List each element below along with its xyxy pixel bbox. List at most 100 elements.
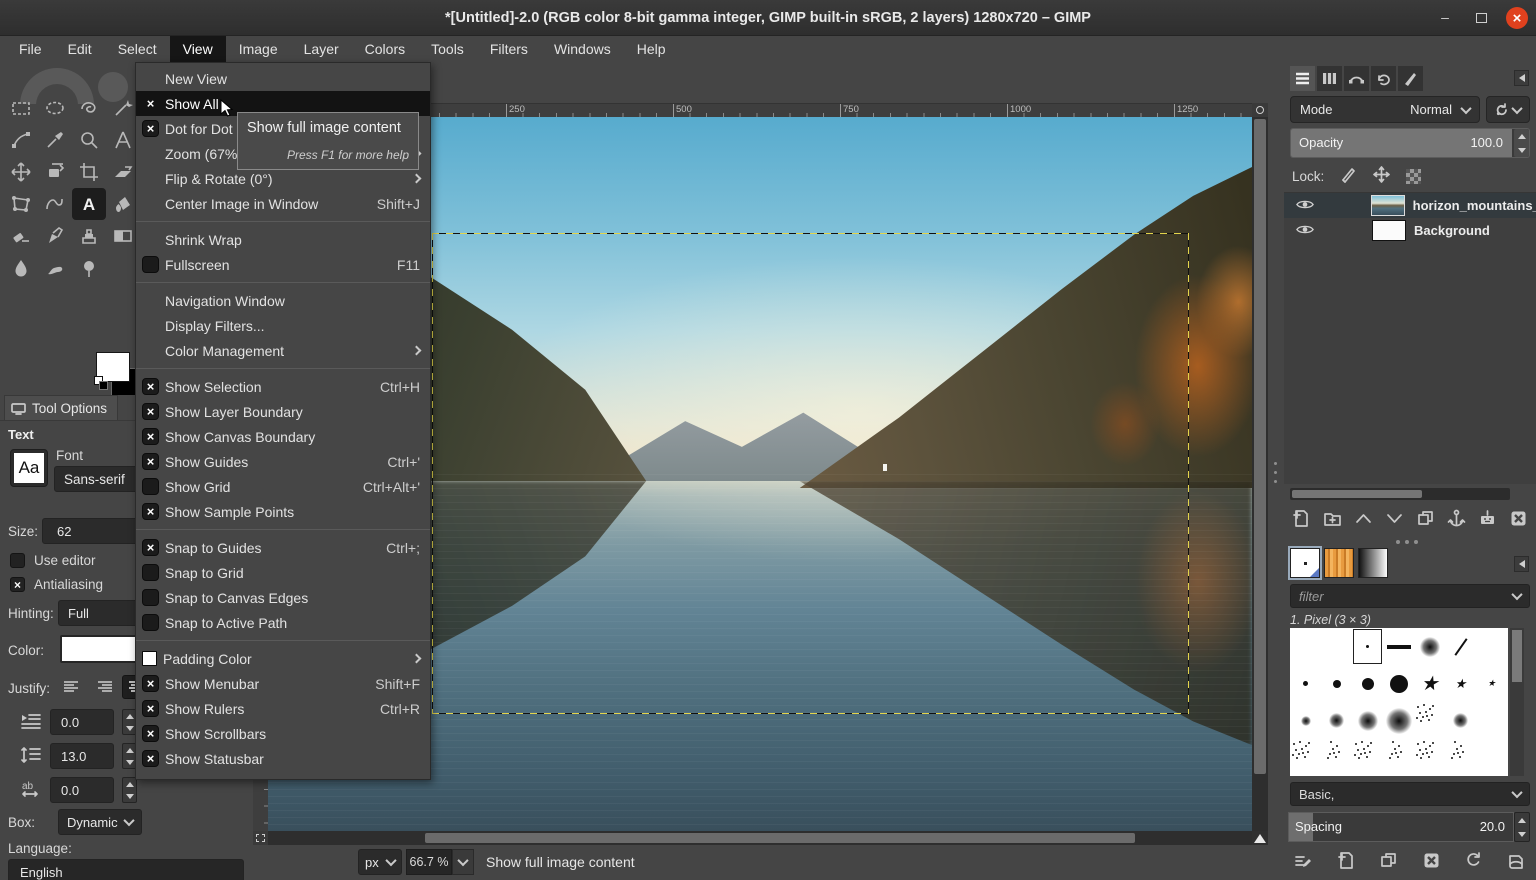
brush-spray-b[interactable] (1445, 739, 1476, 776)
eraser-tool[interactable] (4, 220, 38, 252)
brush-dock-menu-button[interactable] (1514, 556, 1529, 572)
brush-spray-b[interactable] (1321, 739, 1352, 776)
menu-item-color-management[interactable]: Color Management (136, 338, 430, 363)
brush-group-select[interactable]: Basic, (1290, 782, 1530, 806)
move-tool[interactable] (4, 156, 38, 188)
anchor-layer-button[interactable] (1447, 509, 1466, 531)
brushes-pixel-tab[interactable] (1290, 548, 1320, 578)
menu-filters[interactable]: Filters (477, 36, 541, 62)
new-layer-button[interactable] (1292, 509, 1311, 531)
brush-spray-a[interactable] (1414, 739, 1445, 776)
indent-input[interactable]: 0.0 (50, 709, 114, 735)
patterns-tab[interactable] (1324, 548, 1354, 578)
brush-soft-xl[interactable] (1383, 702, 1414, 739)
transform-tool[interactable] (38, 156, 72, 188)
brush-soft-s[interactable] (1290, 702, 1321, 739)
justify-left-button[interactable] (58, 675, 86, 699)
titlebar[interactable]: *[Untitled]-2.0 (RGB color 8-bit gamma i… (0, 0, 1536, 36)
dock-menu-button[interactable] (1514, 70, 1529, 86)
free-select-tool[interactable] (72, 92, 106, 124)
lower-layer-button[interactable] (1385, 509, 1404, 531)
menu-item-shrink-wrap[interactable]: Shrink Wrap (136, 227, 430, 252)
smudge-tool[interactable] (38, 252, 72, 284)
brush-soft-m[interactable] (1321, 702, 1352, 739)
brush-spray-a[interactable] (1414, 702, 1445, 739)
open-brush-as-image-button[interactable] (1507, 851, 1526, 873)
brush-pixel-selected[interactable] (1352, 628, 1383, 665)
new-layer-group-button[interactable] (1323, 509, 1342, 531)
brush-spray-a[interactable] (1290, 739, 1321, 776)
menu-item-snap-to-active-path[interactable]: Snap to Active Path (136, 610, 430, 635)
close-button[interactable]: × (1506, 7, 1528, 29)
brush-soft-l[interactable] (1352, 702, 1383, 739)
alpha-lock-icon[interactable] (1406, 169, 1421, 184)
raise-layer-button[interactable] (1354, 509, 1373, 531)
menu-item-show-rulers[interactable]: ×Show RulersCtrl+R (136, 696, 430, 721)
zoom-when-resized-button[interactable] (1252, 103, 1268, 117)
brush-slash[interactable] (1445, 628, 1476, 665)
rectangle-select-tool[interactable] (4, 92, 38, 124)
hinting-select[interactable]: Full (58, 600, 138, 626)
dock-resize-grip[interactable] (1268, 62, 1284, 880)
menu-help[interactable]: Help (624, 36, 679, 62)
visibility-toggle[interactable] (1296, 223, 1316, 238)
dodge-burn-tool[interactable] (72, 252, 106, 284)
unit-select[interactable]: px (358, 849, 402, 875)
blur-tool[interactable] (4, 252, 38, 284)
brush-blank[interactable] (1476, 702, 1507, 739)
letter-spacing-spinner[interactable] (122, 777, 137, 803)
default-colors-icon[interactable] (94, 376, 108, 390)
text-color-swatch[interactable] (60, 635, 140, 663)
brush-dot-xl[interactable] (1383, 665, 1414, 702)
layers-scrollbar[interactable] (1290, 488, 1510, 500)
brush-dot-s[interactable] (1290, 665, 1321, 702)
minimize-button[interactable]: – (1434, 7, 1456, 29)
menu-item-navigation-window[interactable]: Navigation Window (136, 288, 430, 313)
menu-image[interactable]: Image (226, 36, 291, 62)
menu-item-show-sample-points[interactable]: ×Show Sample Points (136, 499, 430, 524)
layer-thumbnail[interactable] (1372, 220, 1406, 241)
justify-right-button[interactable] (90, 675, 118, 699)
brush-spray-a[interactable] (1352, 739, 1383, 776)
use-editor-checkbox[interactable]: Use editor (10, 553, 96, 568)
brush-soft-l[interactable] (1414, 628, 1445, 665)
menu-item-new-view[interactable]: New View (136, 66, 430, 91)
color-picker-tool[interactable] (38, 124, 72, 156)
menu-view[interactable]: View (170, 36, 226, 62)
channels-tab[interactable] (1317, 66, 1342, 91)
menu-item-show-scrollbars[interactable]: ×Show Scrollbars (136, 721, 430, 746)
brush-lock-icon[interactable] (1340, 166, 1357, 186)
layer-row-horizon-mountains-r[interactable]: horizon_mountains_r (1284, 193, 1536, 218)
antialiasing-checkbox[interactable]: × Antialiasing (10, 577, 103, 592)
handle-transform-tool[interactable] (4, 188, 38, 220)
layer-name[interactable]: horizon_mountains_r (1413, 198, 1536, 213)
menu-item-show-selection[interactable]: ×Show SelectionCtrl+H (136, 374, 430, 399)
spacing-spinner[interactable] (1514, 812, 1530, 842)
brush-grid-scrollbar[interactable] (1510, 628, 1524, 776)
menu-item-display-filters[interactable]: Display Filters... (136, 313, 430, 338)
merge-layer-button[interactable] (1478, 509, 1497, 531)
brush-dash[interactable] (1383, 628, 1414, 665)
brush-blank[interactable] (1476, 739, 1507, 776)
tool-options-tab[interactable]: Tool Options (4, 395, 118, 420)
line-spacing-input[interactable]: 13.0 (50, 743, 114, 769)
language-input[interactable]: English (8, 859, 244, 880)
opacity-spinner[interactable] (1514, 129, 1529, 157)
mode-switch-button[interactable] (1486, 96, 1530, 123)
duplicate-brush-button[interactable] (1379, 851, 1398, 873)
letter-spacing-input[interactable]: 0.0 (50, 777, 114, 803)
brush-dot-m[interactable] (1321, 665, 1352, 702)
menu-colors[interactable]: Colors (352, 36, 418, 62)
crop-tool[interactable] (72, 156, 106, 188)
opacity-slider[interactable]: Opacity 100.0 (1290, 128, 1530, 158)
maximize-button[interactable] (1470, 7, 1492, 29)
menu-item-show-statusbar[interactable]: ×Show Statusbar (136, 746, 430, 771)
brush-blank[interactable] (1476, 628, 1507, 665)
clone-tool[interactable] (72, 220, 106, 252)
menu-item-show-menubar[interactable]: ×Show MenubarShift+F (136, 671, 430, 696)
menu-item-snap-to-canvas-edges[interactable]: Snap to Canvas Edges (136, 585, 430, 610)
brush-star[interactable]: ★ (1414, 665, 1445, 702)
layers-tab[interactable] (1290, 66, 1315, 91)
layer-row-background[interactable]: Background (1284, 218, 1536, 243)
paths-tab[interactable] (1344, 66, 1369, 91)
